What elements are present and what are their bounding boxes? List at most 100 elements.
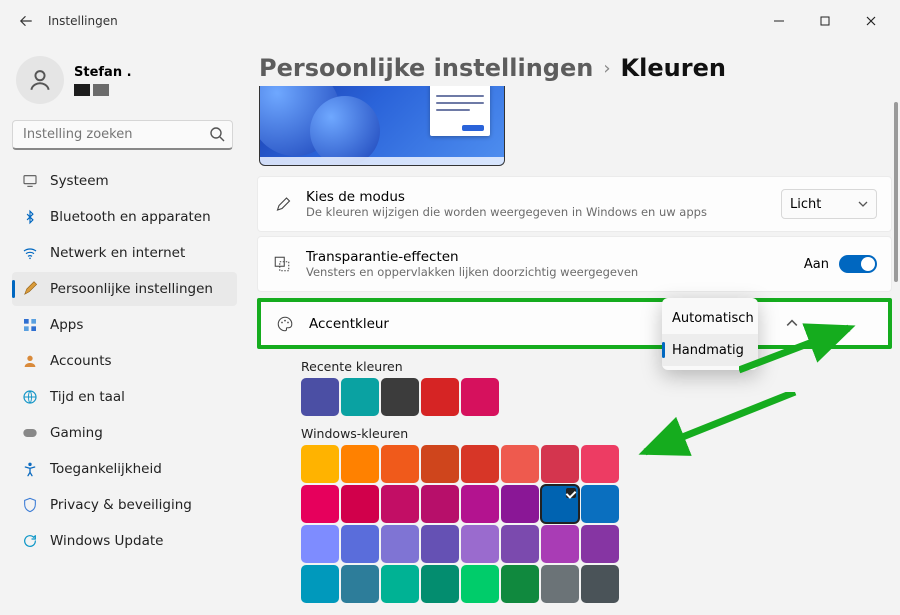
profile-name: Stefan . — [74, 65, 132, 80]
card-choose-mode[interactable]: Kies de modus De kleuren wijzigen die wo… — [257, 176, 892, 232]
desktop-preview — [259, 86, 505, 166]
card-transparency[interactable]: Transparantie-effecten Vensters en opper… — [257, 236, 892, 292]
color-swatch[interactable] — [541, 565, 579, 603]
color-swatch[interactable] — [581, 445, 619, 483]
accent-mode-dropdown: AutomatischHandmatig — [662, 298, 758, 370]
color-swatch[interactable] — [301, 525, 339, 563]
card-subtitle: Vensters en oppervlakken lijken doorzich… — [306, 265, 638, 279]
color-swatch[interactable] — [301, 445, 339, 483]
globe-icon — [22, 389, 38, 405]
color-swatch[interactable] — [421, 485, 459, 523]
color-swatch[interactable] — [581, 485, 619, 523]
dropdown-option[interactable]: Automatisch — [662, 302, 758, 334]
color-swatch[interactable] — [381, 378, 419, 416]
close-icon — [866, 16, 876, 26]
collapse-chevron[interactable] — [786, 314, 798, 333]
color-swatch[interactable] — [541, 525, 579, 563]
color-swatch[interactable] — [421, 445, 459, 483]
color-swatch[interactable] — [581, 565, 619, 603]
color-swatch[interactable] — [501, 525, 539, 563]
transparency-toggle[interactable] — [839, 255, 877, 273]
window-title: Instellingen — [48, 14, 118, 28]
search-icon — [209, 126, 225, 146]
palette-icon — [275, 315, 295, 333]
color-swatch[interactable] — [541, 445, 579, 483]
color-swatch[interactable] — [421, 378, 459, 416]
color-swatch[interactable] — [461, 565, 499, 603]
mode-select[interactable]: Licht — [781, 189, 877, 219]
color-swatch[interactable] — [461, 525, 499, 563]
color-swatch[interactable] — [301, 485, 339, 523]
color-swatch[interactable] — [381, 485, 419, 523]
sidebar-item-accounts[interactable]: Accounts — [12, 344, 237, 378]
recent-colors-label: Recente kleuren — [301, 359, 892, 374]
color-swatch[interactable] — [381, 565, 419, 603]
color-swatch[interactable] — [341, 525, 379, 563]
color-swatch[interactable] — [421, 565, 459, 603]
toggle-state-label: Aan — [804, 257, 829, 272]
windows-colors-label: Windows-kleuren — [301, 426, 892, 441]
scrollbar-thumb[interactable] — [894, 102, 898, 282]
wifi-icon — [22, 245, 38, 261]
sidebar-item-bt[interactable]: Bluetooth en apparaten — [12, 200, 237, 234]
dropdown-option[interactable]: Handmatig — [662, 334, 758, 366]
minimize-button[interactable] — [758, 7, 800, 35]
card-accent-color[interactable]: Accentkleur AutomatischHandmatig — [257, 298, 892, 349]
close-button[interactable] — [850, 7, 892, 35]
color-swatch[interactable] — [461, 485, 499, 523]
sidebar-item-label: Tijd en taal — [50, 389, 125, 405]
color-swatch[interactable] — [301, 565, 339, 603]
sidebar-item-personal[interactable]: Persoonlijke instellingen — [12, 272, 237, 306]
avatar — [16, 56, 64, 104]
sidebar-item-label: Toegankelijkheid — [50, 461, 162, 477]
sidebar-item-label: Windows Update — [50, 533, 163, 549]
search-box[interactable] — [12, 120, 233, 150]
search-input[interactable] — [12, 120, 233, 150]
sidebar-item-label: Accounts — [50, 353, 112, 369]
color-swatch[interactable] — [381, 525, 419, 563]
color-swatch[interactable] — [501, 445, 539, 483]
sidebar-item-label: Apps — [50, 317, 83, 333]
sidebar-item-label: Systeem — [50, 173, 109, 189]
color-swatch[interactable] — [581, 525, 619, 563]
color-swatch[interactable] — [341, 485, 379, 523]
color-swatch[interactable] — [421, 525, 459, 563]
color-swatch[interactable] — [381, 445, 419, 483]
brush-icon — [272, 195, 292, 213]
sidebar-item-update[interactable]: Windows Update — [12, 524, 237, 558]
main-panel: Persoonlijke instellingen › Kleuren Kies… — [245, 42, 900, 615]
recent-colors-row — [301, 378, 711, 416]
color-swatch[interactable] — [341, 378, 379, 416]
sidebar-item-privacy[interactable]: Privacy & beveiliging — [12, 488, 237, 522]
chevron-up-icon — [786, 317, 798, 329]
color-swatch[interactable] — [341, 445, 379, 483]
maximize-button[interactable] — [804, 7, 846, 35]
color-swatch[interactable] — [541, 485, 579, 523]
sidebar-item-gaming[interactable]: Gaming — [12, 416, 237, 450]
profile-block[interactable]: Stefan . — [12, 50, 237, 116]
sidebar-item-label: Bluetooth en apparaten — [50, 209, 211, 225]
color-swatch[interactable] — [341, 565, 379, 603]
color-swatch[interactable] — [501, 485, 539, 523]
sidebar-item-time[interactable]: Tijd en taal — [12, 380, 237, 414]
title-bar: Instellingen — [0, 0, 900, 42]
maximize-icon — [820, 16, 830, 26]
breadcrumb-parent[interactable]: Persoonlijke instellingen — [259, 54, 593, 82]
color-swatch[interactable] — [501, 565, 539, 603]
shield-icon — [22, 497, 38, 513]
card-title: Accentkleur — [309, 316, 389, 332]
card-title: Kies de modus — [306, 189, 707, 205]
back-button[interactable] — [8, 3, 44, 39]
sidebar-item-network[interactable]: Netwerk en internet — [12, 236, 237, 270]
mode-select-value: Licht — [790, 197, 821, 212]
color-swatch[interactable] — [461, 378, 499, 416]
sidebar-item-system[interactable]: Systeem — [12, 164, 237, 198]
sidebar-item-apps[interactable]: Apps — [12, 308, 237, 342]
sidebar-item-label: Gaming — [50, 425, 103, 441]
color-swatch[interactable] — [461, 445, 499, 483]
account-tile — [74, 84, 90, 96]
account-tile — [93, 84, 109, 96]
display-icon — [22, 173, 38, 189]
sidebar-item-access[interactable]: Toegankelijkheid — [12, 452, 237, 486]
color-swatch[interactable] — [301, 378, 339, 416]
